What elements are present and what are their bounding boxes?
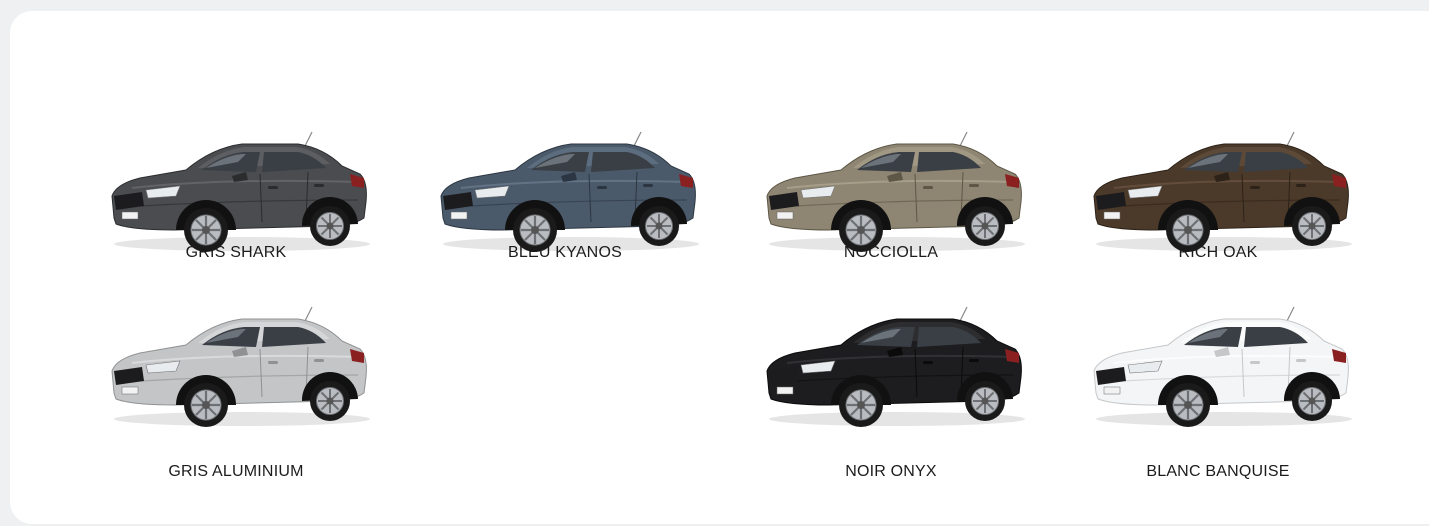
car-image (102, 126, 370, 256)
car-image (102, 301, 370, 431)
color-palette-panel: GRIS SHARK BLEU KYANOS NOCCIOLLA RICH OA… (10, 11, 1429, 524)
swatch-bleu-kyanos[interactable]: BLEU KYANOS (398, 58, 732, 278)
car-image (1084, 126, 1352, 256)
swatch-noir-onyx[interactable]: NOIR ONYX (724, 269, 1058, 489)
swatch-gris-shark[interactable]: GRIS SHARK (69, 58, 403, 278)
swatch-label: NOIR ONYX (845, 463, 937, 480)
car-image (431, 126, 699, 256)
swatch-nocciolla[interactable]: NOCCIOLLA (724, 58, 1058, 278)
swatch-rich-oak[interactable]: RICH OAK (1051, 58, 1385, 278)
swatch-label: GRIS ALUMINIUM (168, 463, 304, 480)
swatch-label: NOCCIOLLA (843, 244, 939, 261)
car-image (757, 301, 1025, 431)
swatch-label: BLEU KYANOS (508, 244, 622, 261)
swatch-label: GRIS SHARK (185, 244, 287, 261)
swatch-blanc-banquise[interactable]: BLANC BANQUISE (1051, 269, 1385, 489)
swatch-label: RICH OAK (1178, 244, 1258, 261)
car-image (757, 126, 1025, 256)
swatch-gris-aluminium[interactable]: GRIS ALUMINIUM (69, 269, 403, 489)
car-image (1084, 301, 1352, 431)
swatch-label: BLANC BANQUISE (1146, 463, 1290, 480)
